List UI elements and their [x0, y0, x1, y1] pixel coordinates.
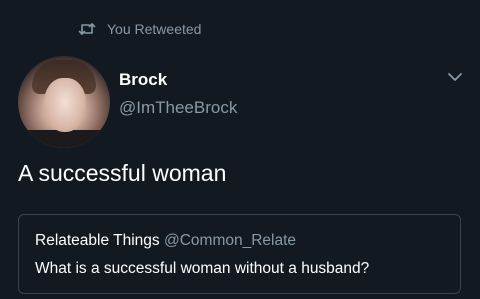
quoted-author-handle: @Common_Relate — [163, 232, 297, 249]
author-name[interactable]: Brock — [119, 70, 167, 90]
author-handle[interactable]: @ImTheeBrock — [119, 98, 237, 118]
retweet-context: You Retweeted — [78, 19, 201, 39]
retweet-icon — [78, 22, 96, 36]
quoted-tweet-text: What is a successful woman without a hus… — [35, 260, 370, 277]
avatar[interactable] — [18, 56, 110, 148]
retweet-label: You Retweeted — [107, 21, 202, 37]
quoted-author-name: Relateable Things — [35, 232, 160, 249]
quoted-tweet[interactable]: Relateable Things @Common_Relate What is… — [18, 214, 461, 294]
chevron-down-icon[interactable] — [446, 70, 464, 84]
quoted-tweet-header: Relateable Things @Common_Relate — [35, 232, 296, 250]
tweet-text: A successful woman — [18, 160, 227, 186]
tweet-card[interactable]: You Retweeted Brock @ImTheeBrock A succe… — [0, 0, 480, 299]
